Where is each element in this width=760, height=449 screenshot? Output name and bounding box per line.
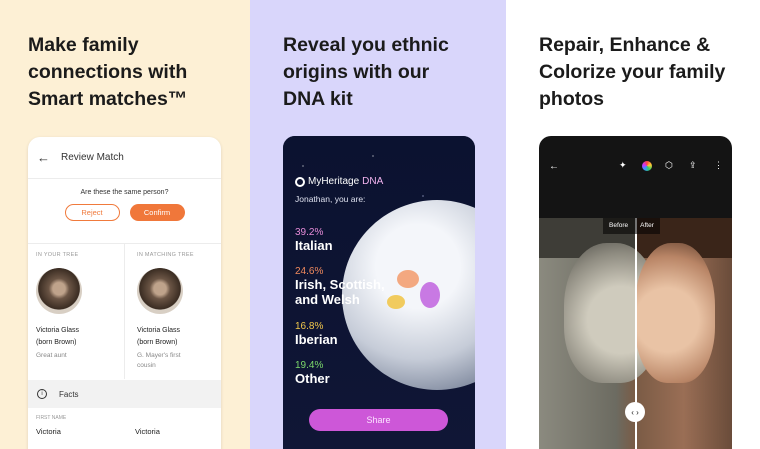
after-label: After <box>634 218 660 234</box>
share-icon[interactable]: ⇪ <box>689 160 697 171</box>
photo-enhance-panel: Repair, Enhance & Colorize your family p… <box>506 0 760 449</box>
avatar[interactable] <box>36 268 82 314</box>
colorize-icon[interactable] <box>642 161 652 171</box>
page-title: Review Match <box>61 152 124 163</box>
first-name-caption: FIRST NAME <box>36 415 67 421</box>
magic-wand-icon[interactable]: ✦ <box>619 160 627 171</box>
compare-slider-handle[interactable]: ‹ › <box>625 402 645 422</box>
back-arrow-icon[interactable]: ← <box>549 161 559 172</box>
before-label: Before <box>603 218 635 234</box>
editor-toolbar: ← ✦ ⬡ ⇪ ⋮ <box>539 136 732 218</box>
ethnicity-item[interactable]: 16.8% Iberian <box>295 321 338 347</box>
panel-headline: Reveal you ethnic origins with our DNA k… <box>283 34 449 110</box>
avatar[interactable] <box>137 268 183 314</box>
ethnicity-item[interactable]: 24.6% Irish, Scottish, and Welsh <box>295 266 405 307</box>
results-subtitle: Jonathan, you are: <box>295 194 366 204</box>
confirm-button[interactable]: Confirm <box>129 204 185 221</box>
smart-matches-panel: Make family connections with Smart match… <box>0 0 250 449</box>
review-match-screen: ← Review Match Are these the same person… <box>28 137 221 449</box>
ethnicity-item[interactable]: 39.2% Italian <box>295 227 333 253</box>
dna-results-screen: MyHeritage DNA Jonathan, you are: 39.2% … <box>283 136 475 449</box>
myheritage-logo: MyHeritage DNA <box>295 176 383 187</box>
first-name-left: Victoria <box>36 427 61 436</box>
first-name-right: Victoria <box>135 427 160 436</box>
ethnicity-item[interactable]: 19.4% Other <box>295 360 330 386</box>
myheritage-logo-icon <box>295 176 305 187</box>
dna-panel: Reveal you ethnic origins with our DNA k… <box>250 0 506 449</box>
your-tree-column: IN YOUR TREE Victoria Glass (born Brown) … <box>28 244 124 379</box>
region-highlight-italy <box>420 282 440 308</box>
back-arrow-icon[interactable]: ← <box>37 150 61 165</box>
photo-editor-screen: ← ✦ ⬡ ⇪ ⋮ Before After ‹ › <box>539 136 732 449</box>
match-question: Are these the same person? <box>80 189 169 196</box>
facts-section-header[interactable]: i Facts <box>28 380 221 408</box>
reject-button[interactable]: Reject <box>64 204 120 221</box>
info-icon: i <box>37 389 47 399</box>
review-header: ← Review Match <box>28 137 221 179</box>
matching-tree-column: IN MATCHING TREE Victoria Glass (born Bro… <box>124 244 220 379</box>
before-after-photo[interactable]: Before After ‹ › <box>539 218 732 449</box>
more-options-icon[interactable]: ⋮ <box>714 160 723 171</box>
panel-headline: Make family connections with Smart match… <box>28 34 188 110</box>
photo-after-half <box>635 243 715 383</box>
tag-icon[interactable]: ⬡ <box>665 160 673 171</box>
panel-headline: Repair, Enhance & Colorize your family p… <box>539 34 726 110</box>
before-after-labels: Before After <box>603 218 660 234</box>
share-button[interactable]: Share <box>309 409 448 431</box>
